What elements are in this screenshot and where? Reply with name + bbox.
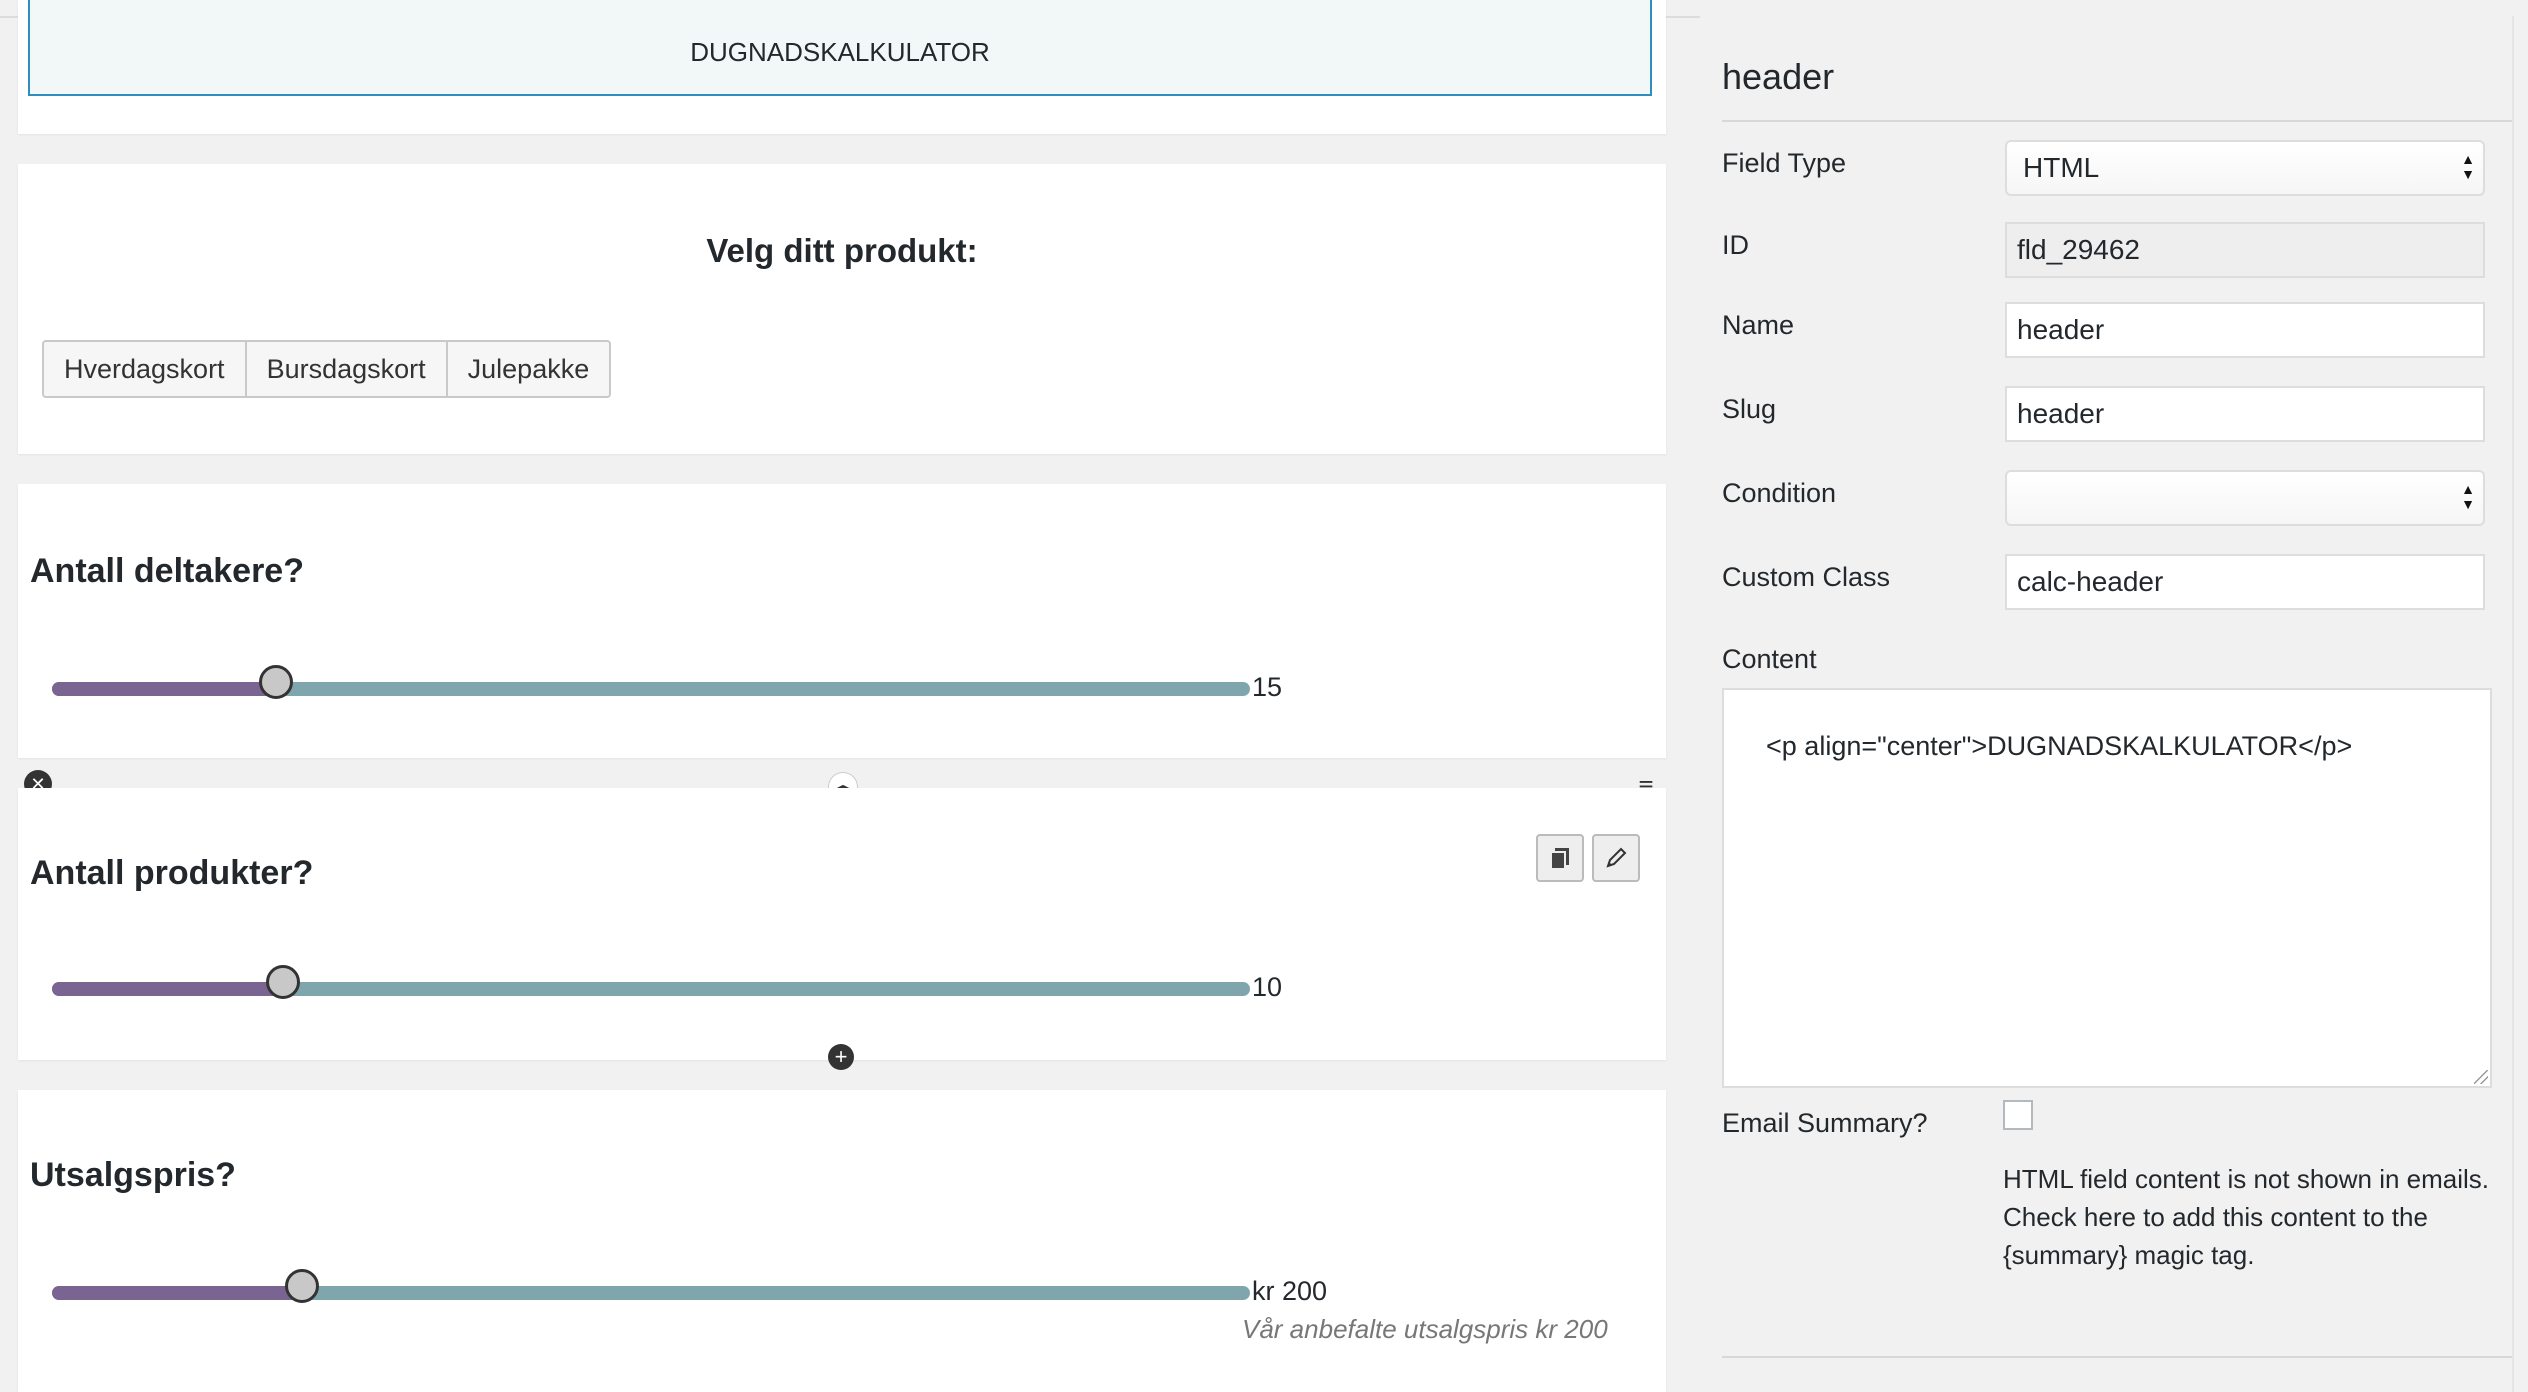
panel-bottom-divider — [1722, 1356, 2514, 1358]
panel-divider — [1722, 120, 2514, 122]
produkter-slider[interactable] — [52, 965, 1250, 999]
duplicate-icon — [1550, 848, 1569, 870]
slug-label: Slug — [1722, 394, 1777, 424]
name-label: Name — [1722, 310, 1795, 340]
select-arrows-icon: ▲ ▼ — [2461, 481, 2475, 512]
deltakere-slider-thumb[interactable] — [259, 665, 294, 699]
produkter-slider-fill — [52, 982, 284, 996]
product-field-card[interactable]: Velg ditt produkt: Hverdagskort Bursdags… — [18, 164, 1666, 454]
product-option-bursdagskort[interactable]: Bursdagskort — [247, 342, 448, 396]
content-label: Content — [1722, 644, 1817, 674]
slug-input[interactable]: header — [2005, 386, 2485, 442]
produkter-label: Antall produkter? — [30, 854, 314, 892]
utsalgspris-label: Utsalgspris? — [30, 1156, 236, 1194]
deltakere-slider-fill — [52, 682, 277, 696]
content-text: <p align="center">DUGNADSKALKULATOR</p> — [1766, 731, 2353, 761]
content-textarea[interactable]: <p align="center">DUGNADSKALKULATOR</p> — [1722, 688, 2492, 1088]
email-summary-checkbox[interactable] — [2003, 1100, 2033, 1130]
id-field: fld_29462 — [2005, 222, 2485, 278]
id-label: ID — [1722, 230, 1749, 260]
product-title: Velg ditt produkt: — [706, 232, 978, 269]
condition-select[interactable]: ▲ ▼ — [2005, 470, 2485, 526]
edit-button[interactable] — [1592, 834, 1640, 882]
utsalgspris-field-card[interactable]: Utsalgspris? kr 200 Vår anbefalte utsalg… — [18, 1090, 1666, 1392]
field-type-select[interactable]: HTML ▲ ▼ — [2005, 140, 2485, 196]
product-toggle-group: Hverdagskort Bursdagskort Julepakke — [42, 340, 612, 398]
custom-class-label: Custom Class — [1722, 562, 1891, 592]
deltakere-label: Antall deltakere? — [30, 552, 304, 590]
product-option-hverdagskort[interactable]: Hverdagskort — [44, 342, 247, 396]
email-summary-label: Email Summary? — [1722, 1108, 1928, 1138]
select-arrows-icon: ▲ ▼ — [2461, 151, 2475, 182]
email-summary-note: HTML field content is not shown in email… — [2003, 1164, 2490, 1270]
product-option-julepakke[interactable]: Julepakke — [448, 342, 610, 396]
condition-label: Condition — [1722, 478, 1837, 508]
deltakere-field-card[interactable]: Antall deltakere? 15 — [18, 484, 1666, 758]
resize-grip-icon[interactable] — [2474, 1070, 2488, 1084]
scrollbar-track[interactable] — [2512, 16, 2528, 1392]
utsalgspris-slider-fill — [52, 1286, 303, 1300]
custom-class-input[interactable]: calc-header — [2005, 554, 2485, 610]
utsalgspris-value: kr 200 — [1252, 1276, 1328, 1306]
deltakere-slider[interactable] — [52, 665, 1250, 699]
utsalgspris-slider[interactable] — [52, 1269, 1250, 1303]
utsalgspris-slider-thumb[interactable] — [285, 1269, 320, 1303]
duplicate-button[interactable] — [1536, 834, 1584, 882]
pencil-icon — [1606, 847, 1627, 868]
produkter-value: 10 — [1252, 972, 1283, 1002]
panel-title: header — [1722, 56, 1835, 97]
field-settings-panel: header Field Type HTML ▲ ▼ ID fld_29462 N… — [1700, 16, 2528, 1392]
field-type-label: Field Type — [1722, 148, 1847, 178]
field-type-value: HTML — [2023, 152, 2100, 183]
deltakere-value: 15 — [1252, 672, 1283, 702]
utsalgspris-hint: Vår anbefalte utsalgspris kr 200 — [1242, 1314, 1608, 1344]
produkter-slider-thumb[interactable] — [266, 965, 301, 999]
produkter-field-card[interactable]: Antall produkter? 10 — [18, 788, 1666, 1060]
name-input[interactable]: header — [2005, 302, 2485, 358]
header-field-card[interactable]: DUGNADSKALKULATOR — [18, 0, 1666, 134]
header-preview: DUGNADSKALKULATOR — [28, 0, 1652, 96]
add-icon[interactable]: + — [828, 1044, 854, 1070]
